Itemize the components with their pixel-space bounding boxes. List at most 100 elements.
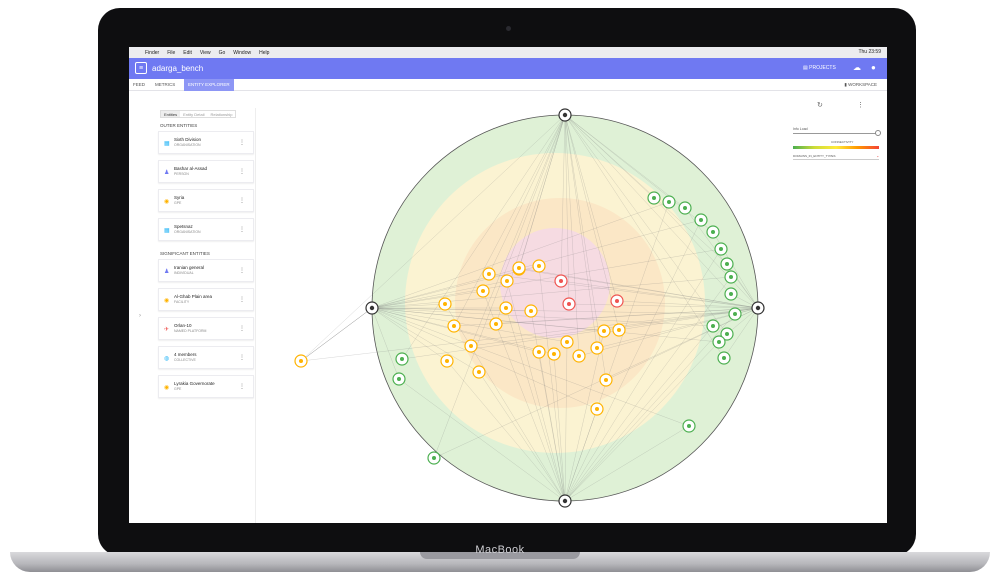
mac-menubar: Finder File Edit View Go Window Help Thu… (129, 47, 887, 58)
menu-file[interactable]: File (167, 50, 175, 56)
entity-menu-icon[interactable]: ⋮ (239, 296, 245, 303)
graph-node-icon[interactable] (729, 275, 733, 279)
projects-button[interactable]: ▤ PROJECTS (803, 65, 836, 71)
graph-node-icon[interactable] (722, 356, 726, 360)
graph-node-icon[interactable] (699, 218, 703, 222)
subtab-entity-detail[interactable]: Entity Detail (180, 111, 207, 117)
panel-collapse-icon[interactable]: › (139, 313, 141, 319)
entity-card[interactable]: ◍ 4 members COLLECTIVE ⋮ (158, 346, 254, 369)
entity-card[interactable]: ◉ Al-Ghab Plain area FACILITY ⋮ (158, 288, 254, 311)
user-icon[interactable]: ● (871, 63, 876, 72)
workspace-button[interactable]: ▮ WORKSPACE (844, 79, 877, 91)
graph-node-icon[interactable] (559, 279, 563, 283)
graph-node-icon[interactable] (577, 354, 581, 358)
entity-menu-icon[interactable]: ⋮ (239, 139, 245, 146)
graph-node-icon[interactable] (487, 272, 491, 276)
tab-metrics[interactable]: METRICS (151, 79, 179, 91)
entity-card[interactable]: ✈ Orlan-10 NAMED PLATFORM ⋮ (158, 317, 254, 340)
graph-node-icon[interactable] (299, 359, 303, 363)
entity-type: GPE (174, 201, 182, 205)
graph-node-icon[interactable] (504, 306, 508, 310)
menu-help[interactable]: Help (259, 50, 269, 56)
entity-menu-icon[interactable]: ⋮ (239, 354, 245, 361)
menu-edit[interactable]: Edit (183, 50, 192, 56)
app-logo-icon[interactable]: ≡ (135, 62, 147, 74)
graph-node-icon[interactable] (432, 456, 436, 460)
entity-card[interactable]: ◉ Lyrakia Governorate GPE ⋮ (158, 375, 254, 398)
graph-node-icon[interactable] (529, 309, 533, 313)
entity-type: ORGANISATION (174, 230, 201, 234)
menu-finder[interactable]: Finder (145, 50, 159, 56)
graph-node-icon[interactable] (604, 378, 608, 382)
entity-graph[interactable] (269, 96, 789, 523)
graph-node-icon[interactable] (443, 302, 447, 306)
graph-hub-node-icon[interactable] (562, 498, 568, 504)
graph-node-icon[interactable] (617, 328, 621, 332)
info-load-label: Info Load (793, 127, 808, 131)
graph-node-icon[interactable] (719, 247, 723, 251)
graph-node-icon[interactable] (477, 370, 481, 374)
tab-feed[interactable]: FEED (129, 79, 149, 91)
graph-node-icon[interactable] (615, 299, 619, 303)
graph-edge (300, 307, 373, 362)
graph-node-icon[interactable] (452, 324, 456, 328)
entity-menu-icon[interactable]: ⋮ (239, 325, 245, 332)
graph-node-icon[interactable] (711, 230, 715, 234)
entity-menu-icon[interactable]: ⋮ (239, 197, 245, 204)
graph-node-icon[interactable] (733, 312, 737, 316)
graph-node-icon[interactable] (537, 350, 541, 354)
graph-node-icon[interactable] (602, 329, 606, 333)
plane-icon: ✈ (164, 327, 170, 333)
graph-node-icon[interactable] (683, 206, 687, 210)
entity-card[interactable]: ▦ Sixth Division ORGANISATION ⋮ (158, 131, 254, 154)
menu-window[interactable]: Window (233, 50, 251, 56)
refresh-icon[interactable]: ↻ (817, 101, 823, 109)
graph-node-icon[interactable] (481, 289, 485, 293)
graph-node-icon[interactable] (595, 407, 599, 411)
graph-node-icon[interactable] (687, 424, 691, 428)
entity-name: Spetsnaz (174, 224, 193, 229)
graph-node-icon[interactable] (400, 357, 404, 361)
subtab-entities[interactable]: Entities (161, 111, 181, 117)
entity-card[interactable]: ♟ Bashar al-Assad PERSON ⋮ (158, 160, 254, 183)
graph-node-icon[interactable] (565, 340, 569, 344)
graph-node-icon[interactable] (729, 292, 733, 296)
graph-node-icon[interactable] (505, 279, 509, 283)
entity-card[interactable]: ▦ Spetsnaz ORGANISATION ⋮ (158, 218, 254, 241)
pin-icon: ◉ (164, 199, 170, 205)
graph-node-icon[interactable] (469, 344, 473, 348)
menu-go[interactable]: Go (219, 50, 226, 56)
entity-card[interactable]: ♟ Iranian general INDIVIDUAL ⋮ (158, 259, 254, 282)
graph-node-icon[interactable] (711, 324, 715, 328)
person-icon: ♟ (164, 269, 170, 275)
graph-node-icon[interactable] (725, 262, 729, 266)
graph-node-icon[interactable] (397, 377, 401, 381)
graph-node-icon[interactable] (494, 322, 498, 326)
entity-menu-icon[interactable]: ⋮ (239, 267, 245, 274)
menu-view[interactable]: View (200, 50, 211, 56)
graph-hub-node-icon[interactable] (562, 112, 568, 118)
entity-card[interactable]: ◉ Syria GPE ⋮ (158, 189, 254, 212)
entity-menu-icon[interactable]: ⋮ (239, 168, 245, 175)
graph-node-icon[interactable] (552, 352, 556, 356)
graph-node-icon[interactable] (595, 346, 599, 350)
graph-node-icon[interactable] (725, 332, 729, 336)
domain-select[interactable]: DOMAINS_IN_ENTITY_TYPES ⌄ (793, 154, 879, 160)
subtab-relationship[interactable]: Relationship (207, 111, 235, 117)
graph-hub-node-icon[interactable] (369, 305, 375, 311)
graph-node-icon[interactable] (567, 302, 571, 306)
graph-hub-node-icon[interactable] (755, 305, 761, 311)
graph-node-icon[interactable] (717, 340, 721, 344)
kebab-icon[interactable]: ⋮ (857, 101, 864, 109)
tab-entity-explorer[interactable]: ENTITY EXPLORER (184, 79, 234, 91)
graph-node-icon[interactable] (652, 196, 656, 200)
info-load-slider[interactable] (793, 133, 879, 134)
cloud-icon[interactable]: ☁ (853, 63, 861, 72)
graph-node-icon[interactable] (445, 359, 449, 363)
graph-node-icon[interactable] (537, 264, 541, 268)
info-load-slider-knob[interactable] (875, 130, 881, 136)
graph-node-icon[interactable] (667, 200, 671, 204)
entity-menu-icon[interactable]: ⋮ (239, 383, 245, 390)
entity-menu-icon[interactable]: ⋮ (239, 226, 245, 233)
graph-node-icon[interactable] (517, 266, 521, 270)
